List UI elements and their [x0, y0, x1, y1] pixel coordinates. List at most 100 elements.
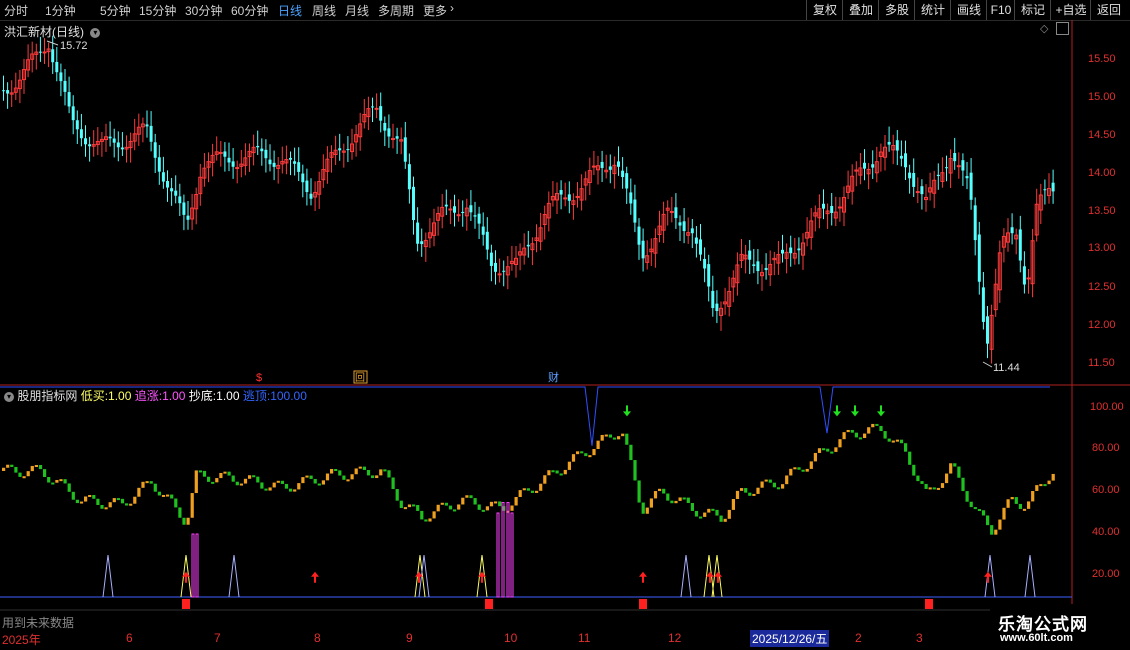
candle-body: [981, 287, 985, 322]
sell-arrow-icon: [877, 405, 885, 417]
candle-body: [822, 203, 825, 209]
tab-60min[interactable]: 60分钟: [231, 2, 268, 19]
tab-fenshi[interactable]: 分时: [4, 2, 28, 19]
indicator-bar: [887, 438, 891, 442]
indicator-bar: [604, 434, 608, 437]
date-tick: 6: [126, 631, 133, 645]
indicator-bar: [805, 468, 809, 472]
indicator-bar: [518, 490, 522, 497]
candle-body: [416, 222, 420, 244]
indicator-bar: [621, 433, 625, 437]
candle-body: [403, 137, 407, 162]
button-multi-stock[interactable]: 多股: [878, 0, 915, 20]
chevron-right-icon[interactable]: ›: [450, 1, 454, 15]
indicator-bar: [104, 507, 108, 510]
button-add-watchlist[interactable]: +自选: [1050, 0, 1091, 20]
dividend-marker[interactable]: $: [256, 372, 262, 384]
indicator-bar: [817, 448, 822, 453]
candle-body: [387, 128, 391, 137]
candle-body: [489, 252, 493, 266]
indicator-bar: [612, 437, 617, 440]
indicator-bar: [194, 470, 198, 494]
indicator-bar: [522, 488, 526, 491]
maximize-icon[interactable]: [1056, 22, 1069, 35]
tab-1min[interactable]: 1分钟: [45, 2, 76, 19]
buy-arrow-icon: [984, 571, 992, 583]
tab-more[interactable]: 更多: [423, 2, 447, 19]
indicator-bar: [711, 508, 715, 511]
candle-body: [456, 214, 461, 217]
button-fuquan[interactable]: 复权: [806, 0, 843, 20]
tab-multi-period[interactable]: 多周期: [378, 2, 414, 19]
indicator-bar: [764, 479, 768, 482]
diamond-icon[interactable]: ◇: [1040, 22, 1048, 35]
indicator-bar: [908, 451, 912, 465]
candle-body: [161, 172, 165, 182]
indicator-bar: [498, 501, 502, 507]
indicator-bar: [748, 492, 752, 496]
candle-body: [703, 258, 707, 269]
indicator-bar: [268, 487, 272, 491]
signal-spike: [102, 554, 114, 598]
tab-15min[interactable]: 15分钟: [139, 2, 176, 19]
button-statistics[interactable]: 统计: [914, 0, 951, 20]
candle-body: [166, 180, 169, 188]
indicator-bar: [2, 467, 6, 471]
tab-30min[interactable]: 30分钟: [185, 2, 222, 19]
tab-5min[interactable]: 5分钟: [100, 2, 131, 19]
candle-body: [477, 213, 481, 224]
indicator-bar: [580, 451, 584, 454]
period-toolbar: 分时 1分钟 5分钟 15分钟 30分钟 60分钟 日线 周线 月线 多周期 更…: [0, 0, 1130, 21]
indicator-bar: [854, 432, 858, 438]
candle-body: [1022, 266, 1026, 285]
price-chart[interactable]: 15.50 15.00 14.50 14.00 13.50 13.00 12.5…: [0, 20, 1130, 630]
indicator-bar: [88, 495, 92, 498]
indicator-bar: [186, 517, 190, 525]
indicator-bar: [949, 463, 953, 474]
indicator-bar: [469, 495, 473, 499]
indicator-bar: [588, 455, 592, 458]
indicator-bar: [658, 488, 662, 492]
button-f10[interactable]: F10: [986, 0, 1015, 20]
date-tick: 12: [668, 631, 682, 645]
indicator-bar: [125, 503, 129, 506]
indicator-bar: [813, 452, 817, 462]
tab-weekly[interactable]: 周线: [312, 2, 336, 19]
indicator-bar: [75, 499, 79, 504]
tab-daily[interactable]: 日线: [278, 2, 302, 19]
chart-title-row: 洪汇新材(日线) ▾: [4, 23, 101, 40]
tab-monthly[interactable]: 月线: [345, 2, 369, 19]
indicator-bar: [313, 478, 317, 484]
indicator-bar: [264, 488, 268, 491]
candle-body: [682, 221, 686, 232]
chevron-down-icon[interactable]: ▾: [90, 27, 101, 38]
indicator-bar: [559, 473, 563, 476]
button-draw[interactable]: 画线: [950, 0, 987, 20]
indicator-bar: [793, 467, 797, 470]
candle-body: [391, 138, 395, 141]
candle-body: [448, 208, 453, 211]
indicator-bar: [153, 483, 157, 492]
finance-marker[interactable]: 财: [548, 370, 559, 384]
candle-body: [600, 161, 604, 168]
button-mark[interactable]: 标记: [1014, 0, 1051, 20]
indicator-bar: [567, 461, 571, 470]
indicator-bar: [170, 494, 174, 499]
indicator-bar: [63, 479, 67, 484]
date-tick: 7: [214, 631, 221, 645]
indicator-bar: [547, 470, 551, 476]
signal-square: [485, 599, 493, 609]
price-tick: 12.00: [1088, 319, 1116, 331]
candle-body: [67, 92, 71, 107]
buy-arrow-icon: [311, 571, 319, 583]
button-overlay[interactable]: 叠加: [842, 0, 879, 20]
candle-body: [453, 206, 456, 213]
button-back[interactable]: 返回: [1090, 0, 1127, 20]
indicator-bar: [416, 505, 420, 511]
indicator-bar: [371, 475, 375, 479]
chevron-down-icon[interactable]: ▾: [4, 391, 14, 402]
candle-body: [79, 129, 83, 139]
candle-body: [469, 205, 473, 213]
candle-body: [371, 106, 374, 108]
buyback-marker[interactable]: 回: [355, 372, 365, 384]
